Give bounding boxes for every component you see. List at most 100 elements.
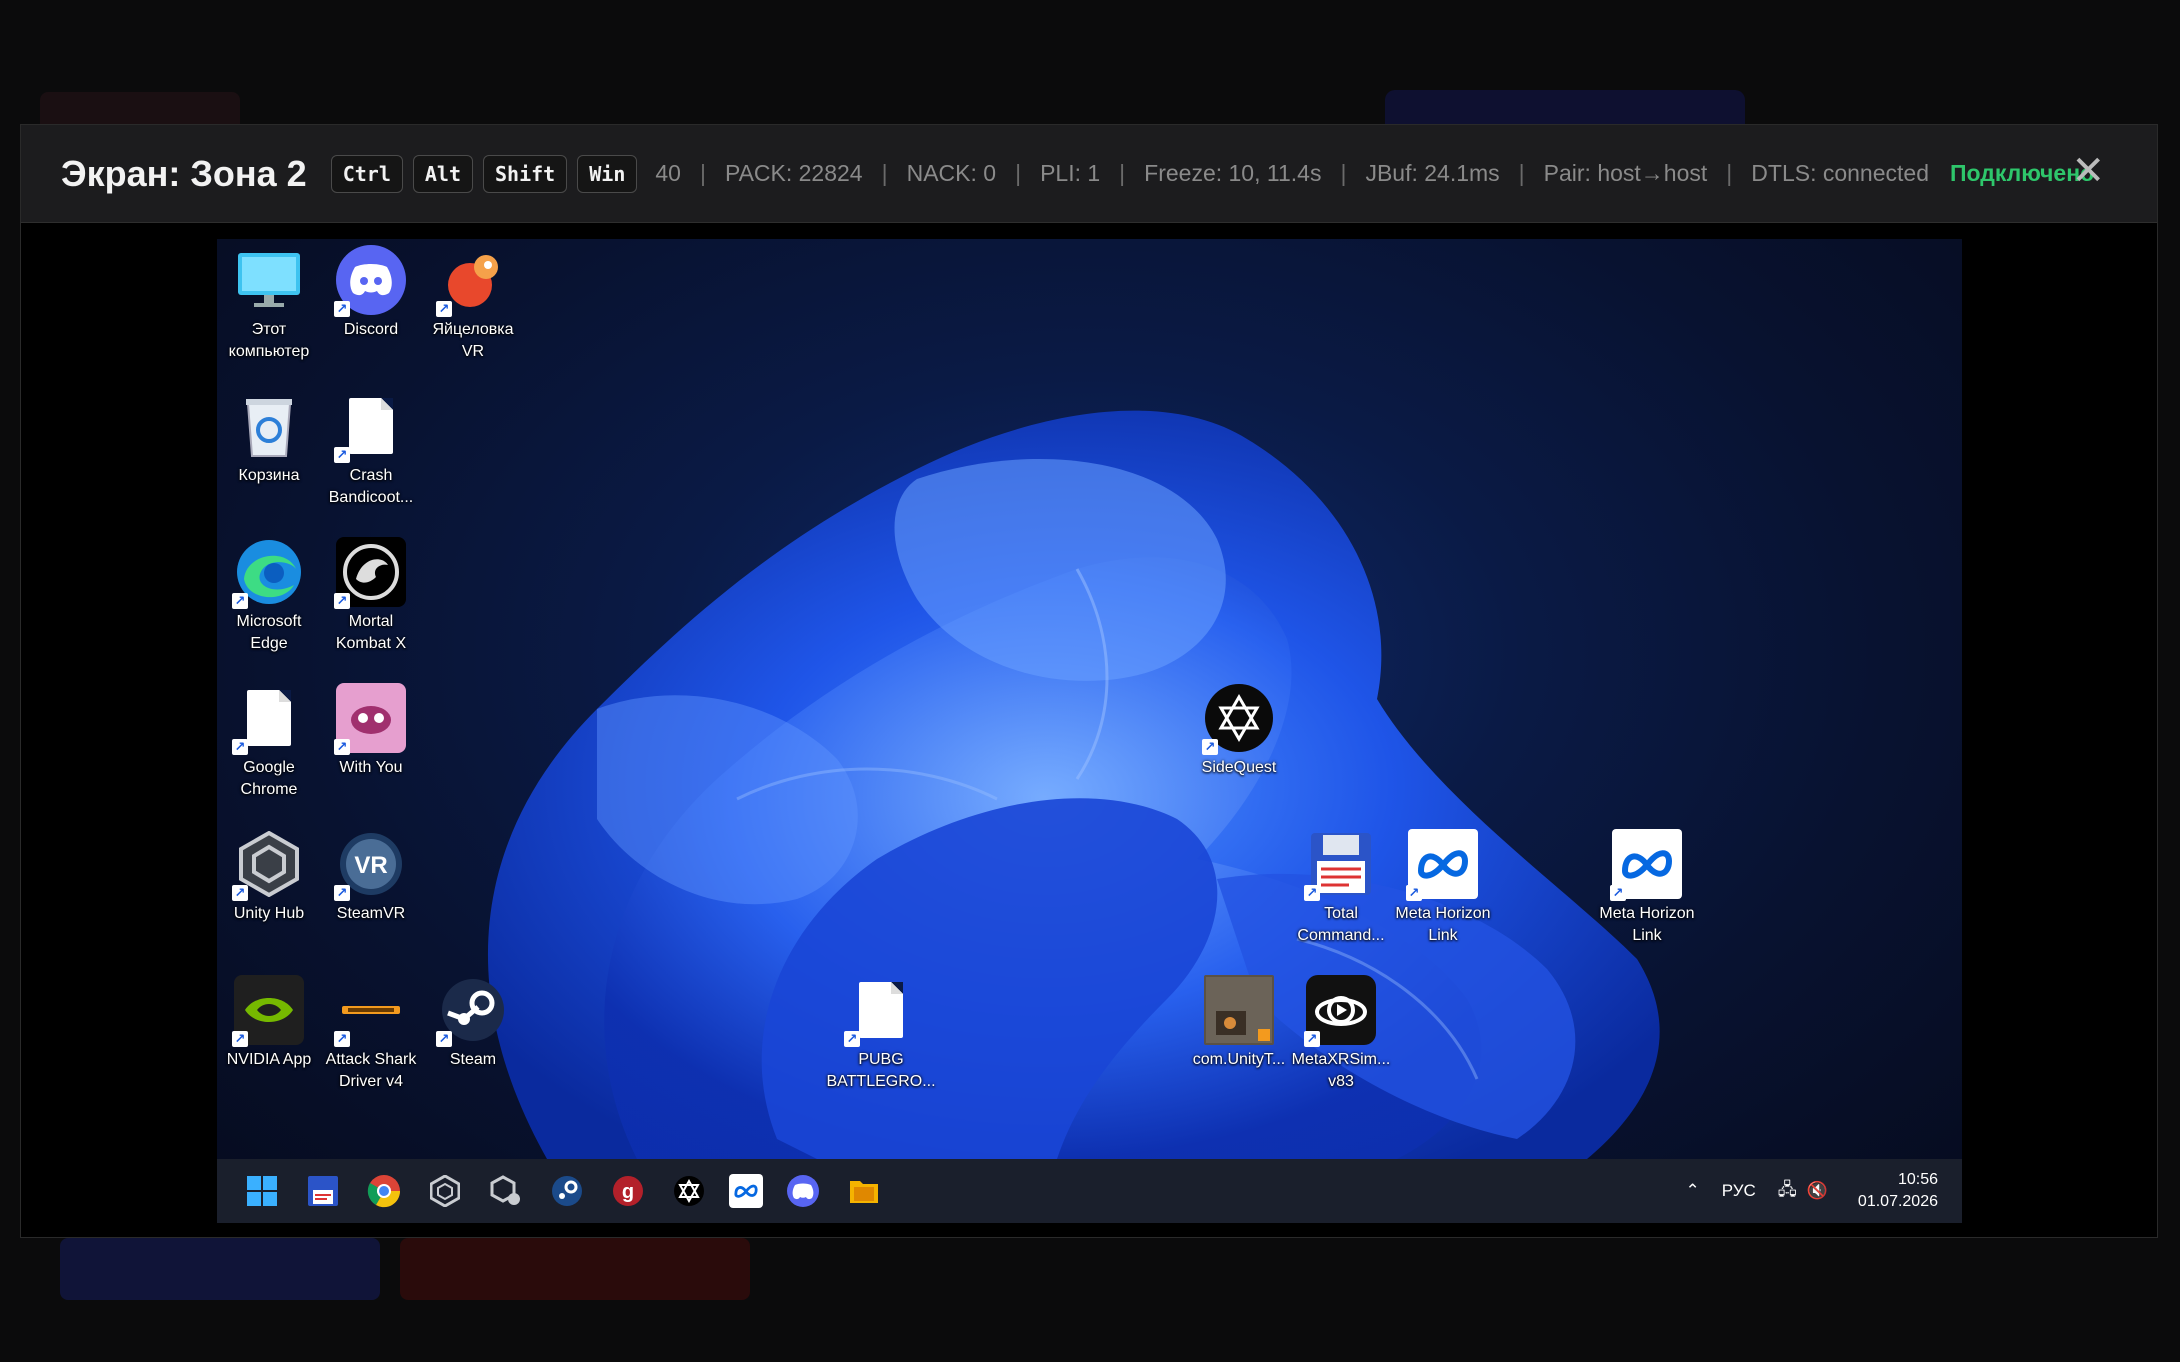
recycle-bin-icon [234,391,304,461]
desktop-icon-recycle-bin[interactable]: Корзина [219,391,319,487]
ctrl-key-button[interactable]: Ctrl [330,154,403,193]
stat-pair: Pair: host→host [1543,160,1708,186]
icon-label: MetaXRSim... v83 [1291,1051,1391,1090]
shortcut-arrow-icon: ↗ [232,1031,248,1047]
icon-label: Attack Shark Driver v4 [325,1051,417,1090]
icon-label: PUBG BATTLEGRO... [826,1051,936,1090]
shortcut-arrow-icon: ↗ [436,301,452,317]
svg-text:VR: VR [354,852,387,879]
desktop-icon-unity-video[interactable]: com.UnityT... [1189,975,1289,1071]
shortcut-arrow-icon: ↗ [436,1031,452,1047]
chevron-up-icon[interactable]: ⌃ [1685,1181,1699,1201]
taskbar-chrome-icon[interactable] [363,1170,405,1212]
windows-start-icon[interactable] [241,1170,283,1212]
taskbar-sidequest-icon[interactable] [668,1170,710,1212]
taskbar-discord-icon[interactable] [782,1170,824,1212]
shortcut-arrow-icon: ↗ [334,447,350,463]
modal-header: Экран: Зона 2 Ctrl Alt Shift Win 40 | PAC… [21,125,2157,223]
shortcut-arrow-icon: ↗ [334,1031,350,1047]
connection-stats: 40 | PACK: 22824 | NACK: 0 | PLI: 1 | Freeze… [647,160,1948,187]
shortcut-arrow-icon: ↗ [1304,1031,1320,1047]
shortcut-arrow-icon: ↗ [334,301,350,317]
taskbar-meta-icon[interactable] [729,1174,763,1208]
taskbar-folder-icon[interactable] [843,1170,885,1212]
icon-label: Meta Horizon Link [1395,905,1491,944]
system-tray: ⌃ РУС 🖧 🔇 10:56 01.07.2026 [1663,1159,1938,1223]
desktop-icon-steamvr[interactable]: VR ↗ SteamVR [321,829,421,925]
icon-label: Google Chrome [240,759,298,798]
desktop-icon-chrome[interactable]: ↗ Google Chrome [219,683,319,801]
volume-muted-icon[interactable]: 🔇 [1807,1181,1828,1201]
icon-label: SideQuest [1201,759,1277,776]
shortcut-arrow-icon: ↗ [1304,885,1320,901]
taskbar-unity-hub-icon[interactable] [424,1170,466,1212]
desktop-icon-meta-horizon-link[interactable]: ↗ Meta Horizon Link [1393,829,1493,947]
desktop-icon-crash-bandicoot[interactable]: ↗ Crash Bandicoot... [321,391,421,509]
egg-game-icon: ↗ [436,245,508,317]
icon-label: Steam [449,1051,497,1068]
background-button-danger [400,1238,750,1300]
icon-label: Корзина [238,467,300,484]
with-you-icon: ↗ [334,683,406,755]
screen-viewer-modal: Экран: Зона 2 Ctrl Alt Shift Win 40 | PAC… [20,124,2158,1238]
stat-pli: PLI: 1 [1040,160,1101,186]
shortcut-arrow-icon: ↗ [1406,885,1422,901]
stat-dtls: DTLS: connected [1751,160,1929,186]
desktop-icon-meta-horizon-link-2[interactable]: ↗ Meta Horizon Link [1597,829,1697,947]
blank-file-icon: ↗ [334,391,406,463]
icon-label: Meta Horizon Link [1599,905,1695,944]
taskbar-total-commander-icon[interactable] [302,1170,344,1212]
sidequest-icon: ↗ [1202,683,1274,755]
shortcut-arrow-icon: ↗ [232,739,248,755]
desktop-icon-steam[interactable]: ↗ Steam [423,975,523,1071]
desktop-icon-nvidia[interactable]: ↗ NVIDIA App [219,975,319,1071]
shortcut-arrow-icon: ↗ [232,885,248,901]
desktop-icon-sidequest[interactable]: ↗ SideQuest [1189,683,1289,779]
desktop-icon-egg-vr[interactable]: ↗ Яйцеловка VR [423,245,523,363]
desktop-icon-meta-xr-sim[interactable]: ↗ MetaXRSim... v83 [1291,975,1391,1093]
icon-label: Crash Bandicoot... [328,467,414,506]
icon-label: Total Command... [1297,905,1385,944]
blank-file-icon: ↗ [232,683,304,755]
desktop-icon-mortal-kombat[interactable]: ↗ Mortal Kombat X [321,537,421,655]
icon-label: NVIDIA App [226,1051,312,1068]
icon-label: Яйцеловка VR [432,321,514,360]
language-indicator[interactable]: РУС [1722,1181,1756,1201]
shortcut-arrow-icon: ↗ [232,593,248,609]
stat-fps: 40 [655,160,681,186]
meta-icon: ↗ [1610,829,1682,901]
taskbar-unity-settings-icon[interactable] [485,1170,527,1212]
desktop-icon-with-you[interactable]: ↗ With You [321,683,421,779]
unity-icon: ↗ [232,829,304,901]
shortcut-arrow-icon: ↗ [1202,739,1218,755]
alt-key-button[interactable]: Alt [412,154,474,193]
desktop-icon-attack-shark[interactable]: ↗ Attack Shark Driver v4 [321,975,421,1093]
desktop-icon-total-commander[interactable]: ↗ Total Command... [1291,829,1391,947]
shortcut-arrow-icon: ↗ [1610,885,1626,901]
svg-text:g: g [622,1181,634,1203]
clock[interactable]: 10:56 01.07.2026 [1858,1169,1938,1213]
shortcut-arrow-icon: ↗ [844,1031,860,1047]
icon-label: Mortal Kombat X [335,613,407,652]
icon-label: Discord [343,321,399,338]
desktop-icon-discord[interactable]: ↗ Discord [321,245,421,341]
taskbar-app-red-icon[interactable]: g [607,1170,649,1212]
blank-file-icon: ↗ [844,975,916,1047]
desktop-icon-unity-hub[interactable]: ↗ Unity Hub [219,829,319,925]
desktop-icon-this-pc[interactable]: Этот компьютер [219,245,319,363]
remote-desktop-view[interactable]: Этот компьютер Корзина ↗ Microsoft Edge … [217,239,1962,1223]
video-thumbnail-icon [1204,975,1274,1045]
meta-xr-sim-icon: ↗ [1304,975,1376,1047]
win-key-button[interactable]: Win [577,154,638,193]
shift-key-button[interactable]: Shift [483,154,568,193]
close-icon[interactable]: ✕ [2071,151,2105,191]
discord-icon: ↗ [334,245,406,317]
taskbar-steam-icon[interactable] [546,1170,588,1212]
steamvr-icon: VR ↗ [334,829,406,901]
desktop-icon-edge[interactable]: ↗ Microsoft Edge [219,537,319,655]
clock-time: 10:56 [1897,1171,1938,1188]
desktop-icon-pubg[interactable]: ↗ PUBG BATTLEGRO... [826,975,936,1093]
network-icon[interactable]: 🖧 [1778,1177,1797,1206]
monitor-icon [234,245,304,315]
shortcut-arrow-icon: ↗ [334,593,350,609]
